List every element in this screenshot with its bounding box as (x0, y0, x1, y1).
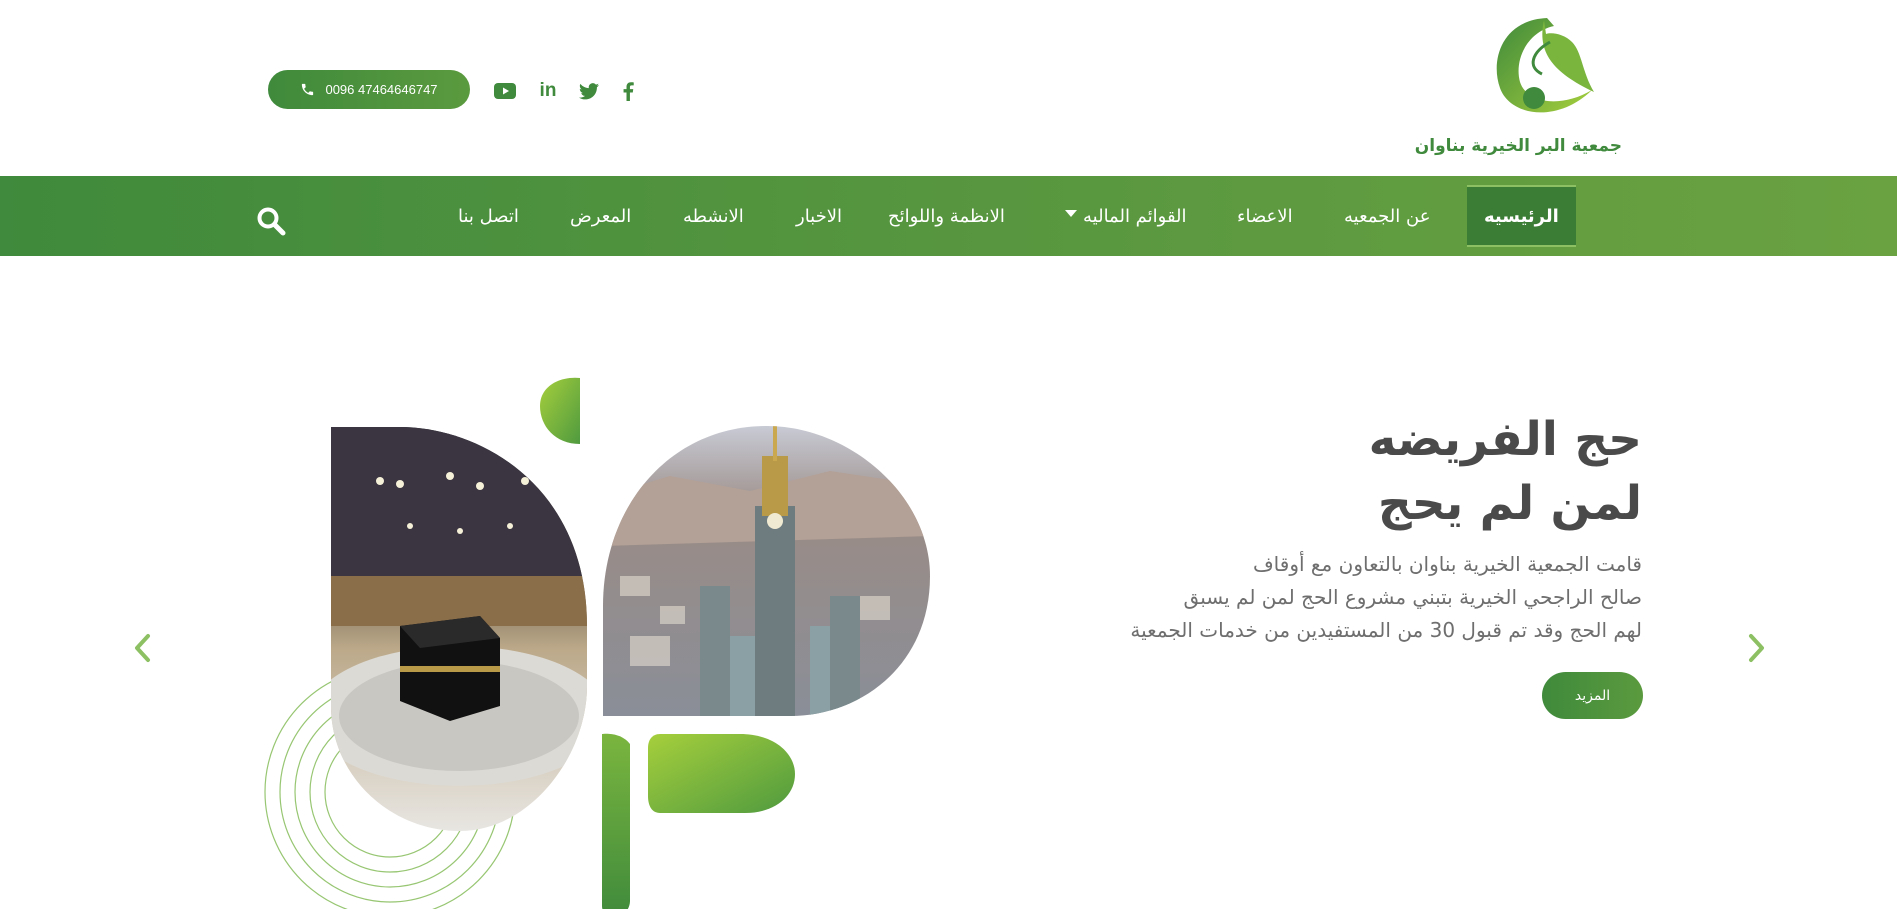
nav-item-activities[interactable]: الانشطه (683, 176, 744, 256)
hero-desc-line-2: صالح الراجحي الخيرية بتبني مشروع الحج لم… (1183, 585, 1642, 609)
search-icon[interactable] (256, 206, 286, 236)
nav-item-home[interactable]: الرئيسيه (1467, 185, 1576, 247)
linkedin-icon[interactable]: in (537, 80, 559, 102)
hero-title-line-2: لمن لم يحج (1377, 476, 1642, 531)
hero-desc-line-1: قامت الجمعية الخيرية بناوان بالتعاون مع … (1252, 552, 1642, 576)
dropdown-caret-icon (1065, 209, 1077, 217)
phone-button[interactable]: 0096 47464646747 (268, 70, 470, 109)
nav-item-about[interactable]: عن الجمعيه (1344, 176, 1430, 256)
nav-item-gallery[interactable]: المعرض (570, 176, 631, 256)
nav-item-news[interactable]: الاخبار (796, 176, 842, 256)
hero-image-collage (264, 377, 930, 909)
more-button[interactable]: المزيد (1542, 672, 1643, 719)
nav-item-financial-statements[interactable]: القوائم الماليه (1065, 176, 1187, 256)
twitter-icon[interactable] (578, 80, 600, 102)
hero-title: حج الفريضه لمن لم يحج (1042, 408, 1642, 536)
hero-description: قامت الجمعية الخيرية بناوان بالتعاون مع … (1042, 548, 1642, 647)
logo-text: جمعية البر الخيرية بناوان (1414, 136, 1622, 156)
logo-mark-icon (1496, 18, 1594, 113)
phone-number: 0096 47464646747 (325, 82, 438, 97)
hero-title-line-1: حج الفريضه (1368, 412, 1642, 467)
nav-item-members[interactable]: الاعضاء (1237, 176, 1293, 256)
nav-item-contact[interactable]: اتصل بنا (458, 176, 519, 256)
site-logo[interactable]: جمعية البر الخيرية بناوان (1414, 12, 1622, 164)
slider-prev-arrow-icon[interactable] (132, 632, 154, 664)
facebook-icon[interactable] (617, 80, 639, 102)
nav-item-regulations[interactable]: الانظمة واللوائح (888, 176, 1005, 256)
phone-icon (302, 83, 314, 96)
youtube-icon[interactable] (494, 80, 516, 102)
site-header: جمعية البر الخيرية بناوان 0096 474646467… (0, 0, 1897, 176)
slider-next-arrow-icon[interactable] (1745, 632, 1767, 664)
hero-desc-line-3: لهم الحج وقد تم قبول 30 من المستفيدين من… (1130, 618, 1642, 642)
